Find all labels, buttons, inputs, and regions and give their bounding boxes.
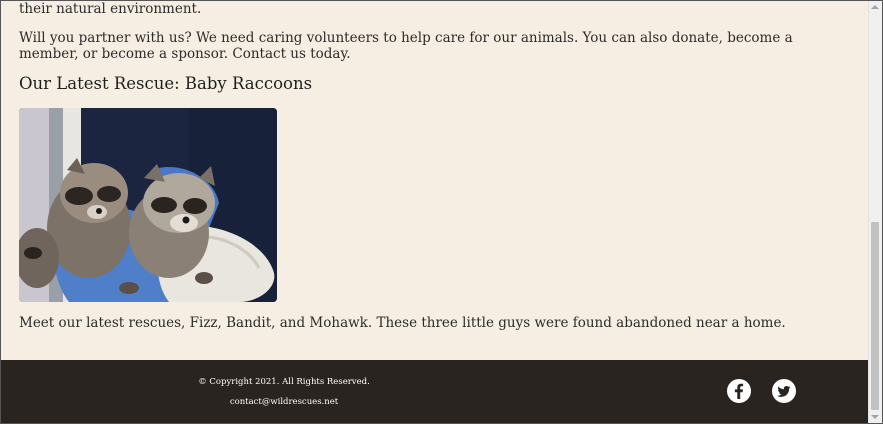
raccoon-photo-illustration [19,108,277,302]
scroll-down-arrow-icon[interactable] [871,415,879,419]
contact-email-link[interactable]: contact@wildrescues.net [1,397,567,407]
main-content: their natural environment. Will you part… [1,1,869,360]
copyright-text: © Copyright 2021. All Rights Reserved. [198,377,370,387]
scrollbar-thumb[interactable] [871,222,879,410]
browser-viewport: their natural environment. Will you part… [0,0,883,424]
facebook-icon[interactable] [726,378,752,404]
partner-paragraph: Will you partner with us? We need caring… [19,30,793,62]
vertical-scrollbar[interactable] [868,1,882,423]
rescue-heading: Our Latest Rescue: Baby Raccoons [19,74,313,93]
scroll-up-arrow-icon[interactable] [871,5,879,9]
intro-paragraph-tail: their natural environment. [19,1,202,17]
rescue-caption: Meet our latest rescues, Fizz, Bandit, a… [19,315,786,331]
raccoon-photo [19,108,277,302]
site-footer: © Copyright 2021. All Rights Reserved. c… [1,360,869,423]
twitter-icon[interactable] [771,378,797,404]
